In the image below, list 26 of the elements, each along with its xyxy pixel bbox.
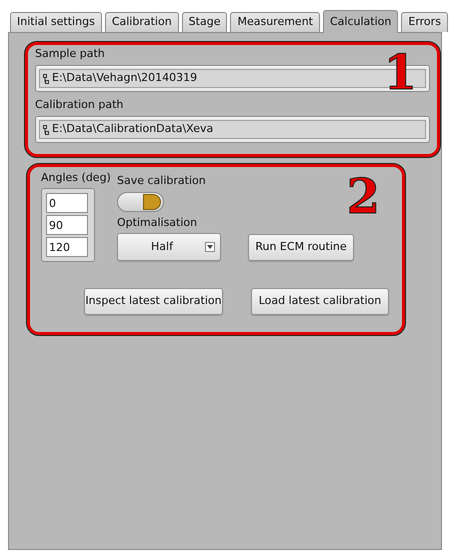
path-value: E:\Data\CalibrationData\Xeva bbox=[52, 121, 214, 138]
toggle-switch[interactable] bbox=[117, 192, 164, 212]
field-label: Calibration path bbox=[35, 97, 124, 113]
tab[interactable]: Calculation bbox=[323, 10, 398, 33]
path-value: E:\Data\Vehagn\20140319 bbox=[52, 70, 198, 86]
angle-input[interactable]: 0 bbox=[46, 193, 88, 213]
action-button[interactable]: Run ECM routine bbox=[248, 234, 354, 260]
angle-input[interactable]: 90 bbox=[46, 215, 88, 235]
field-label: Sample path bbox=[35, 46, 106, 62]
tab[interactable]: Initial settings bbox=[10, 12, 102, 32]
tab[interactable]: Errors bbox=[401, 12, 448, 32]
dropdown[interactable]: Half bbox=[117, 233, 221, 261]
path-field[interactable]: E:\Data\CalibrationData\Xeva bbox=[35, 116, 430, 143]
annotation-number: 2 bbox=[346, 173, 380, 221]
path-icon bbox=[43, 124, 49, 134]
save-calibration-label: Save calibration bbox=[117, 173, 207, 189]
angle-input[interactable]: 120 bbox=[46, 237, 88, 257]
tab[interactable]: Measurement bbox=[230, 12, 320, 32]
path-icon bbox=[43, 74, 49, 84]
caret-icon bbox=[205, 242, 215, 252]
tab[interactable]: Stage bbox=[182, 12, 228, 32]
action-button[interactable]: Inspect latest calibration bbox=[84, 288, 223, 315]
angles-label: Angles (deg) bbox=[41, 170, 111, 186]
action-button[interactable]: Load latest calibration bbox=[251, 288, 389, 315]
optimalisation-label: Optimalisation bbox=[117, 215, 198, 231]
tab[interactable]: Calibration bbox=[104, 12, 179, 32]
